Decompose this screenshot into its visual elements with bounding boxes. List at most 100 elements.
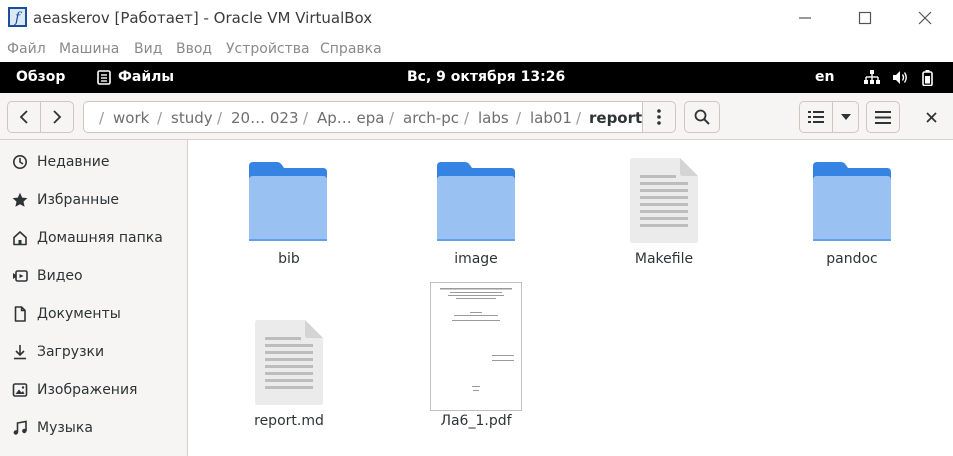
app-name: Файлы bbox=[118, 69, 175, 85]
file-name: Makefile bbox=[634, 251, 694, 267]
download-icon bbox=[14, 345, 26, 360]
view-list-button[interactable] bbox=[799, 101, 833, 133]
minimize-icon bbox=[799, 17, 811, 19]
music-icon bbox=[13, 420, 27, 435]
path-segment-lab01[interactable]: lab01 bbox=[530, 109, 572, 127]
sidebar-item-documents[interactable]: Документы bbox=[0, 295, 187, 333]
chevron-left-icon bbox=[19, 110, 28, 124]
app-menu-button[interactable]: Файлы bbox=[97, 69, 174, 85]
file-item-folder[interactable]: image bbox=[396, 160, 556, 267]
path-separator: / bbox=[464, 109, 470, 127]
path-separator: / bbox=[99, 109, 105, 127]
menu-help[interactable]: Справка bbox=[320, 41, 382, 57]
menu-file[interactable]: Файл bbox=[7, 41, 46, 57]
sidebar-item-label: Домашняя папка bbox=[37, 230, 163, 246]
maximize-button[interactable] bbox=[845, 4, 885, 32]
hamburger-menu-icon bbox=[875, 110, 891, 124]
file-name: report.md bbox=[254, 413, 324, 429]
star-icon bbox=[12, 192, 28, 207]
file-item-text[interactable]: Makefile bbox=[584, 158, 744, 267]
path-segment-work[interactable]: work bbox=[113, 109, 149, 127]
menu-machine[interactable]: Машина bbox=[59, 41, 119, 57]
minimize-button[interactable] bbox=[785, 4, 825, 32]
files-app-icon bbox=[97, 69, 111, 85]
sidebar-item-label: Изображения bbox=[37, 382, 138, 398]
file-item-text[interactable]: report.md bbox=[209, 320, 369, 429]
path-bar: / work / study / 20… 023 / Ар… ера / arc… bbox=[83, 101, 643, 133]
close-window-button[interactable] bbox=[905, 4, 945, 32]
forward-button[interactable] bbox=[40, 101, 74, 133]
file-name: image bbox=[454, 251, 498, 267]
sidebar-item-recent[interactable]: Недавние bbox=[0, 143, 187, 181]
clock-icon bbox=[13, 155, 27, 169]
close-files-button[interactable] bbox=[914, 101, 948, 133]
document-icon bbox=[14, 306, 26, 322]
sidebar-item-label: Документы bbox=[37, 306, 121, 322]
gnome-top-bar: Обзор Файлы Вс, 9 октября 13:26 en bbox=[0, 62, 953, 93]
list-view-icon bbox=[808, 111, 824, 123]
sidebar-item-videos[interactable]: Видео bbox=[0, 257, 187, 295]
battery-icon[interactable] bbox=[922, 70, 933, 86]
path-segment-arch[interactable]: Ар… ера bbox=[317, 109, 385, 127]
file-item-folder[interactable]: pandoc bbox=[772, 160, 932, 267]
host-title-bar: f aeaskerov [Работает] - Oracle VM Virtu… bbox=[0, 0, 953, 36]
sidebar-item-label: Музыка bbox=[37, 420, 93, 436]
file-name: pandoc bbox=[826, 251, 878, 267]
maximize-icon bbox=[858, 11, 872, 25]
video-icon bbox=[13, 270, 28, 282]
file-grid: bib image Makefile pandoc report.md Ла6_… bbox=[189, 141, 953, 456]
path-menu-button[interactable] bbox=[642, 101, 676, 133]
path-separator: / bbox=[157, 109, 163, 127]
folder-icon bbox=[437, 162, 515, 241]
folder-icon bbox=[813, 162, 891, 241]
file-name: bib bbox=[278, 251, 300, 267]
menu-input[interactable]: Ввод bbox=[176, 41, 212, 57]
view-options-button[interactable] bbox=[832, 101, 859, 133]
host-window-title: aeaskerov [Работает] - Oracle VM Virtual… bbox=[33, 9, 373, 27]
sidebar-item-label: Избранные bbox=[37, 192, 119, 208]
chevron-right-icon bbox=[53, 110, 62, 124]
search-icon bbox=[694, 109, 710, 125]
kebab-menu-icon bbox=[657, 109, 661, 125]
keyboard-layout[interactable]: en bbox=[815, 69, 834, 85]
sidebar-item-label: Загрузки bbox=[37, 344, 105, 360]
chevron-down-icon bbox=[840, 114, 851, 120]
path-segment-arch-pc[interactable]: arch-pc bbox=[403, 109, 459, 127]
file-name: Ла6_1.pdf bbox=[440, 413, 512, 429]
text-file-icon bbox=[255, 320, 323, 405]
sidebar-item-pictures[interactable]: Изображения bbox=[0, 371, 187, 409]
path-separator: / bbox=[303, 109, 309, 127]
virtualbox-icon: f bbox=[8, 7, 27, 27]
sidebar-item-downloads[interactable]: Загрузки bbox=[0, 333, 187, 371]
clock[interactable]: Вс, 9 октября 13:26 bbox=[407, 69, 565, 85]
image-icon bbox=[12, 383, 28, 397]
search-button[interactable] bbox=[684, 101, 720, 133]
close-icon bbox=[925, 111, 937, 123]
sidebar-item-starred[interactable]: Избранные bbox=[0, 181, 187, 219]
sidebar-item-home[interactable]: Домашняя папка bbox=[0, 219, 187, 257]
path-separator: / bbox=[389, 109, 395, 127]
network-icon[interactable] bbox=[864, 70, 880, 85]
path-separator: / bbox=[217, 109, 223, 127]
home-icon bbox=[13, 231, 27, 246]
path-segment-study[interactable]: study bbox=[171, 109, 213, 127]
main-menu-button[interactable] bbox=[866, 101, 900, 133]
text-file-icon bbox=[630, 158, 698, 243]
volume-icon[interactable] bbox=[892, 70, 909, 85]
sidebar-item-label: Недавние bbox=[37, 154, 110, 170]
files-headerbar: / work / study / 20… 023 / Ар… ера / arc… bbox=[0, 93, 953, 140]
path-segment-labs[interactable]: labs bbox=[478, 109, 509, 127]
menu-view[interactable]: Вид bbox=[134, 41, 162, 57]
path-segment-year[interactable]: 20… 023 bbox=[231, 109, 299, 127]
file-item-pdf[interactable]: Ла6_1.pdf bbox=[396, 282, 556, 429]
path-separator: / bbox=[576, 109, 582, 127]
path-separator: / bbox=[516, 109, 522, 127]
places-sidebar: Недавние Избранные Домашняя папка Видео … bbox=[0, 140, 188, 456]
file-item-folder[interactable]: bib bbox=[209, 160, 369, 267]
sidebar-item-label: Видео bbox=[37, 268, 83, 284]
sidebar-item-music[interactable]: Музыка bbox=[0, 409, 187, 447]
menu-devices[interactable]: Устройства bbox=[226, 41, 310, 57]
back-button[interactable] bbox=[7, 101, 41, 133]
activities-button[interactable]: Обзор bbox=[16, 69, 65, 85]
path-segment-report[interactable]: report bbox=[589, 109, 642, 127]
